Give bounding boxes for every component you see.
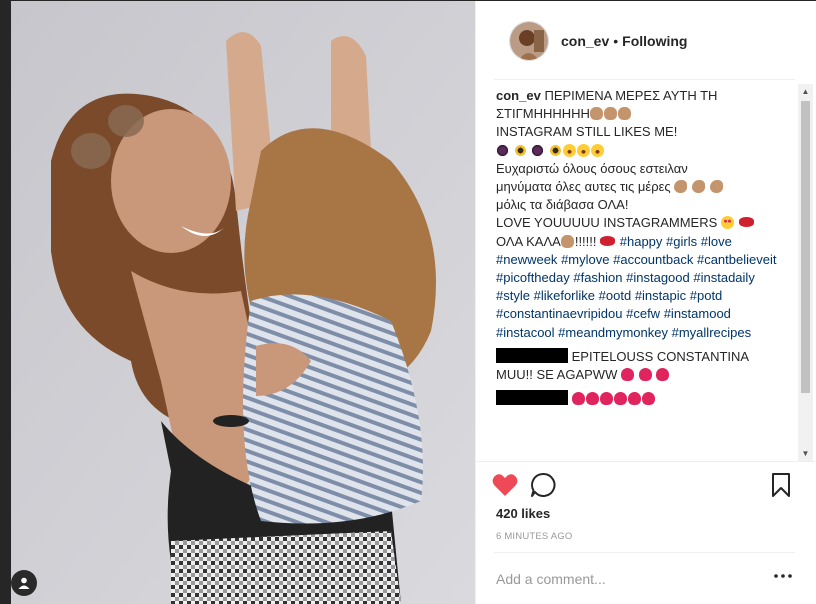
hashtag-link[interactable]: #instamood — [664, 306, 731, 321]
add-comment-input[interactable] — [494, 570, 754, 587]
comment-text: EPITELOUSS CONSTANTINA — [571, 348, 750, 364]
caption-text: μόλις τα διάβασα ΟΛΑ! — [496, 197, 629, 213]
hashtag-block: ΟΛΑ ΚΑΛΑ!!!!!! #happy #girls #love #neww… — [496, 233, 786, 342]
emoji-muscle-icon — [709, 180, 723, 194]
avatar[interactable] — [509, 20, 549, 61]
hashtag-link[interactable]: #instapic — [635, 288, 686, 303]
like-button[interactable] — [491, 471, 519, 499]
scrollbar-thumb[interactable] — [801, 101, 810, 393]
emoji-hand-icon — [603, 107, 617, 121]
hashtag-link[interactable]: #cefw — [626, 306, 660, 321]
comment-text: MUU!! SE AGAPWW — [496, 367, 618, 383]
post-modal: con_ev • Following con_ev ΠΕΡΙΜΕΝΑ ΜΕΡΕΣ… — [11, 1, 816, 604]
caption-text: ΠΕΡΙΜΕΝΑ ΜΕΡΕΣ ΑΥΤΗ ΤΗ — [544, 88, 718, 103]
comment-item — [496, 390, 786, 408]
emoji-hand-icon — [617, 107, 631, 121]
scroll-down-arrow-icon[interactable]: ▼ — [798, 446, 813, 461]
caption-text: μηνύματα όλες αυτες τις μέρες — [496, 179, 671, 195]
emoji-icon — [548, 143, 562, 157]
hashtag-link[interactable]: #instadaily — [693, 270, 754, 285]
post-actions: 420 likes 6 MINUTES AGO — [476, 461, 816, 545]
hashtag-link[interactable]: #instagood — [626, 270, 690, 285]
emoji-icon — [531, 143, 545, 157]
comment-button[interactable] — [529, 471, 557, 499]
add-comment-bar — [494, 552, 795, 604]
more-options-button[interactable] — [771, 564, 795, 588]
post-image — [11, 1, 475, 604]
emoji-lips-icon — [738, 217, 754, 228]
hashtag-link[interactable]: #style — [496, 288, 530, 303]
emoji-heart-eyes-icon — [720, 216, 734, 230]
emoji-heart-icon — [599, 392, 613, 406]
hashtag-link[interactable]: #ootd — [599, 288, 632, 303]
emoji-icon — [513, 143, 527, 157]
header-username[interactable]: con_ev — [561, 33, 609, 49]
hashtag-link[interactable]: #myallrecipes — [672, 325, 751, 340]
post-timestamp[interactable]: 6 MINUTES AGO — [496, 531, 573, 542]
caption-username[interactable]: con_ev — [496, 88, 541, 103]
emoji-heart-icon — [613, 392, 627, 406]
hashtag-link[interactable]: #meandmymonkey — [558, 325, 668, 340]
comment-icon — [531, 472, 556, 497]
emoji-heart-icon — [641, 392, 655, 406]
following-button[interactable]: Following — [622, 33, 687, 49]
emoji-laugh-icon — [576, 143, 590, 157]
emoji-laugh-icon — [562, 143, 576, 157]
hashtag-link[interactable]: #newweek — [496, 252, 557, 267]
save-button[interactable] — [767, 471, 795, 499]
comment-item: EPITELOUSS CONSTANTINA MUU!! SE AGAPWW — [496, 347, 786, 384]
scroll-up-arrow-icon[interactable]: ▲ — [798, 84, 813, 99]
hashtag-link[interactable]: #picoftheday — [496, 270, 570, 285]
hashtag-link[interactable]: #likeforlike — [534, 288, 595, 303]
emoji-muscle-icon — [691, 180, 705, 194]
emoji-muscle-icon — [674, 180, 688, 194]
header-separator: • — [613, 32, 619, 49]
heart-icon — [492, 474, 518, 496]
hashtag-link[interactable]: #fashion — [573, 270, 622, 285]
caption: con_ev ΠΕΡΙΜΕΝΑ ΜΕΡΕΣ ΑΥΤΗ ΤΗ ΣΤΙΓΜΗΗΗΗΗ… — [496, 87, 786, 342]
emoji-heart-icon — [571, 392, 585, 406]
caption-text: Ευχαριστώ όλους όσους εστειλαν — [496, 160, 688, 176]
comments-scrollbar[interactable]: ▲ ▼ — [798, 84, 813, 461]
redacted-username — [496, 390, 568, 406]
emoji-hand-icon — [589, 107, 603, 121]
user-tag-icon[interactable] — [11, 570, 37, 596]
hashtag-link[interactable]: #mylove — [561, 252, 609, 267]
bookmark-icon — [772, 473, 790, 497]
more-options-icon — [774, 574, 792, 578]
emoji-heart-icon — [656, 368, 670, 382]
hashtag-link[interactable]: #constantinaevripidou — [496, 306, 622, 321]
hashtag-link[interactable]: #happy — [620, 234, 663, 249]
post-side-panel: con_ev • Following con_ev ΠΕΡΙΜΕΝΑ ΜΕΡΕΣ… — [475, 1, 816, 604]
hashtag-link[interactable]: #accountback — [613, 252, 693, 267]
emoji-heart-icon — [585, 392, 599, 406]
emoji-icon — [496, 143, 509, 157]
hashtag-link[interactable]: #love — [701, 234, 732, 249]
header-divider — [494, 79, 795, 80]
emoji-heart-icon — [620, 368, 634, 382]
hashtag-link[interactable]: #instacool — [496, 325, 555, 340]
emoji-heart-icon — [638, 368, 652, 382]
emoji-laugh-icon — [590, 143, 604, 157]
emoji-hand-icon — [560, 234, 574, 248]
hashtag-link[interactable]: #potd — [690, 288, 723, 303]
post-photo[interactable] — [11, 1, 475, 604]
emoji-lips-icon — [600, 235, 616, 246]
comments-list: con_ev ΠΕΡΙΜΕΝΑ ΜΕΡΕΣ ΑΥΤΗ ΤΗ ΣΤΙΓΜΗΗΗΗΗ… — [496, 87, 786, 461]
hashtag-link[interactable]: #cantbelieveit — [697, 252, 777, 267]
caption-text: ΟΛΑ ΚΑΛΑ — [496, 233, 561, 249]
caption-text: INSTAGRAM STILL LIKES ME! — [496, 124, 678, 140]
caption-text: LOVE YOUUUUU INSTAGRAMMERS — [496, 215, 718, 231]
hashtag-link[interactable]: #girls — [666, 234, 697, 249]
caption-text: !!!!!! — [574, 233, 597, 249]
caption-text: ΣΤΙΓΜΗΗΗΗΗΗ — [496, 106, 590, 122]
emoji-heart-icon — [627, 392, 641, 406]
post-header: con_ev • Following — [476, 1, 816, 80]
redacted-username — [496, 347, 568, 363]
likes-count[interactable]: 420 likes — [496, 506, 550, 521]
